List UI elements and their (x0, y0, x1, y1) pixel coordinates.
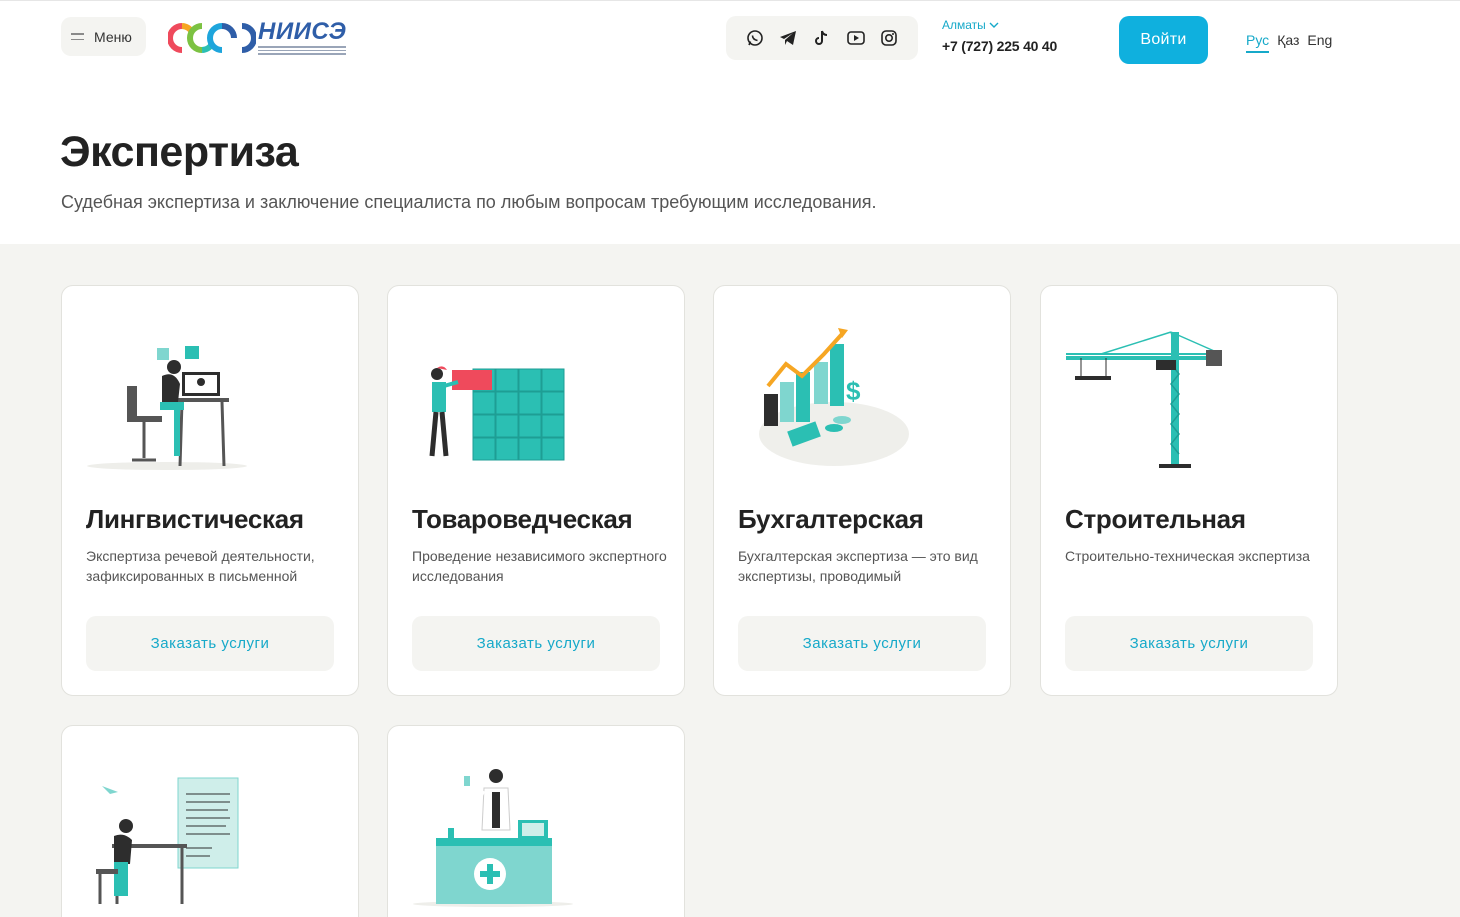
youtube-icon[interactable] (845, 27, 867, 49)
logo-text: НИИСЭ (258, 18, 347, 45)
logo-rings-icon (168, 23, 256, 53)
language-switcher: Рус Қаз Eng (1246, 32, 1332, 53)
order-service-button[interactable]: Заказать услуги (738, 616, 986, 671)
card-description: Строительно-техническая экспертиза (1065, 548, 1310, 564)
order-service-button[interactable]: Заказать услуги (86, 616, 334, 671)
documents-illustration-icon (96, 777, 239, 904)
instagram-icon[interactable] (878, 27, 900, 49)
service-card-medical[interactable] (387, 725, 685, 917)
accounting-illustration-icon: $ (759, 328, 909, 466)
card-title: Товароведческая (412, 504, 633, 534)
service-card-commodity[interactable]: Товароведческая Проведение независимого … (387, 285, 685, 696)
login-button[interactable]: Войти (1119, 16, 1208, 64)
city-selector[interactable]: Алматы (942, 18, 999, 32)
service-card-documents[interactable] (61, 725, 359, 917)
menu-button[interactable]: Меню (61, 17, 146, 56)
telegram-icon[interactable] (777, 27, 799, 49)
lang-ru[interactable]: Рус (1246, 32, 1270, 53)
order-service-button[interactable]: Заказать услуги (1065, 616, 1313, 671)
social-links (726, 16, 918, 60)
burger-icon (71, 33, 84, 40)
service-card-construction[interactable]: Строительная Строительно-техническая экс… (1040, 285, 1338, 696)
service-card-accounting[interactable]: $ Бухгалтерская Бухгалтерская экспертиза… (713, 285, 1011, 696)
construction-illustration-icon (1066, 331, 1222, 468)
commodity-illustration-icon (429, 366, 565, 461)
svg-text:$: $ (846, 376, 861, 406)
card-description: Проведение независимого экспертного иссл… (412, 548, 667, 584)
card-description: Бухгалтерская экспертиза — это вид экспе… (738, 548, 978, 584)
card-title: Лингвистическая (86, 504, 304, 534)
lang-kz[interactable]: Қаз (1277, 32, 1299, 53)
card-title: Бухгалтерская (738, 504, 924, 534)
top-border (0, 0, 1460, 1)
whatsapp-icon[interactable] (744, 27, 766, 49)
service-card-linguistic[interactable]: Лингвистическая Экспертиза речевой деяте… (61, 285, 359, 696)
city-label: Алматы (942, 18, 986, 32)
order-service-button[interactable]: Заказать услуги (412, 616, 660, 671)
tiktok-icon[interactable] (811, 27, 833, 49)
menu-label: Меню (94, 28, 132, 45)
lang-en[interactable]: Eng (1307, 32, 1332, 53)
phone-number[interactable]: +7 (727) 225 40 40 (942, 38, 1057, 54)
medical-illustration-icon (413, 769, 573, 907)
card-description: Экспертиза речевой деятельности, зафикси… (86, 548, 315, 584)
logo-subtitle-lines (258, 46, 346, 56)
chevron-down-icon (989, 22, 999, 28)
logo[interactable]: НИИСЭ (168, 18, 348, 58)
services-section: Лингвистическая Экспертиза речевой деяте… (0, 244, 1460, 917)
page-title: Экспертиза (60, 128, 299, 176)
page-subtitle: Судебная экспертиза и заключение специал… (61, 192, 877, 212)
card-title: Строительная (1065, 504, 1246, 534)
linguistic-illustration-icon (87, 346, 247, 470)
